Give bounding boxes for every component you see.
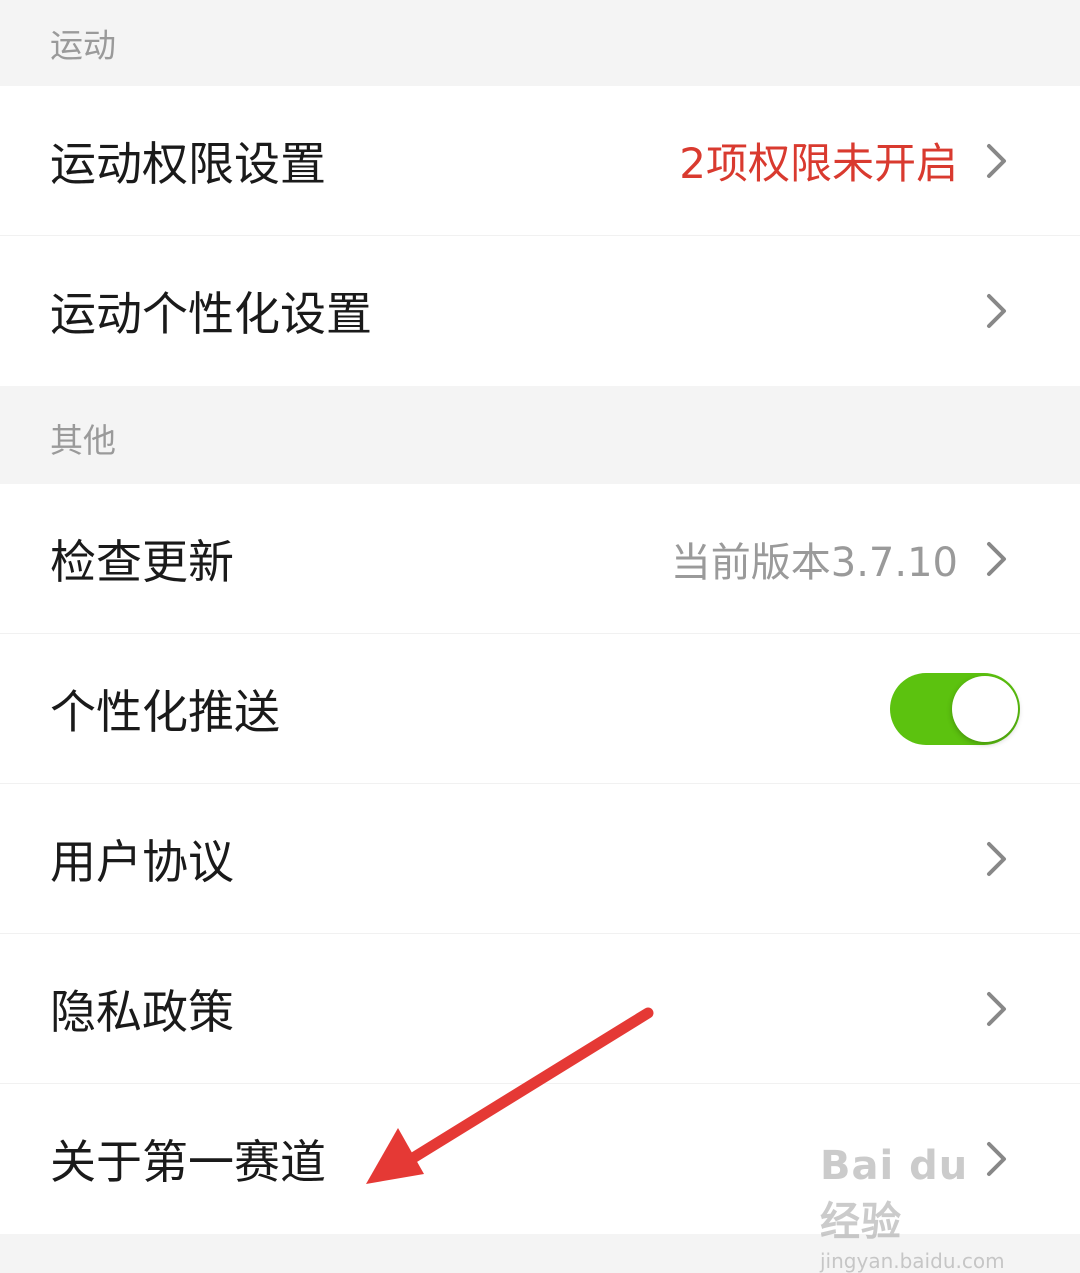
permission-status-text: 2项权限未开启	[679, 139, 958, 188]
chevron-right-icon	[987, 143, 1006, 178]
user-agreement-row[interactable]: 用户协议	[0, 784, 1080, 934]
other-settings-group: 检查更新 当前版本3.7.10 个性化推送 用户协议 隐私政策 关于第一赛道	[0, 484, 1080, 1234]
personalized-push-toggle[interactable]	[890, 672, 1020, 745]
privacy-policy-row[interactable]: 隐私政策	[0, 934, 1080, 1084]
sport-permission-title: 运动权限设置	[50, 136, 326, 191]
watermark-logo: Bai du 经验	[820, 1143, 969, 1245]
user-agreement-title: 用户协议	[50, 834, 234, 889]
sport-permission-row[interactable]: 运动权限设置 2项权限未开启	[0, 86, 1080, 236]
watermark-url: jingyan.baidu.com	[820, 1249, 1005, 1273]
section-title-sport: 运动	[50, 26, 116, 65]
section-title-other: 其他	[50, 421, 116, 460]
chevron-right-icon	[987, 841, 1006, 876]
sport-personalize-row[interactable]: 运动个性化设置	[0, 236, 1080, 386]
toggle-knob	[952, 675, 1018, 742]
baidu-jingyan-watermark: Bai du 经验 jingyan.baidu.com	[820, 1143, 1020, 1273]
privacy-policy-title: 隐私政策	[50, 984, 234, 1039]
chevron-right-icon	[987, 991, 1006, 1026]
personalized-push-row: 个性化推送	[0, 634, 1080, 784]
chevron-right-icon	[987, 294, 1006, 328]
section-header-other: 其他	[0, 386, 1080, 484]
current-version-text: 当前版本3.7.10	[670, 539, 958, 586]
sport-personalize-title: 运动个性化设置	[50, 287, 372, 341]
check-update-row[interactable]: 检查更新 当前版本3.7.10	[0, 484, 1080, 634]
section-header-sport: 运动	[0, 0, 1080, 86]
check-update-title: 检查更新	[50, 534, 234, 589]
personalized-push-title: 个性化推送	[50, 684, 280, 739]
chevron-right-icon	[987, 541, 1006, 576]
sport-settings-group: 运动权限设置 2项权限未开启 运动个性化设置	[0, 86, 1080, 386]
